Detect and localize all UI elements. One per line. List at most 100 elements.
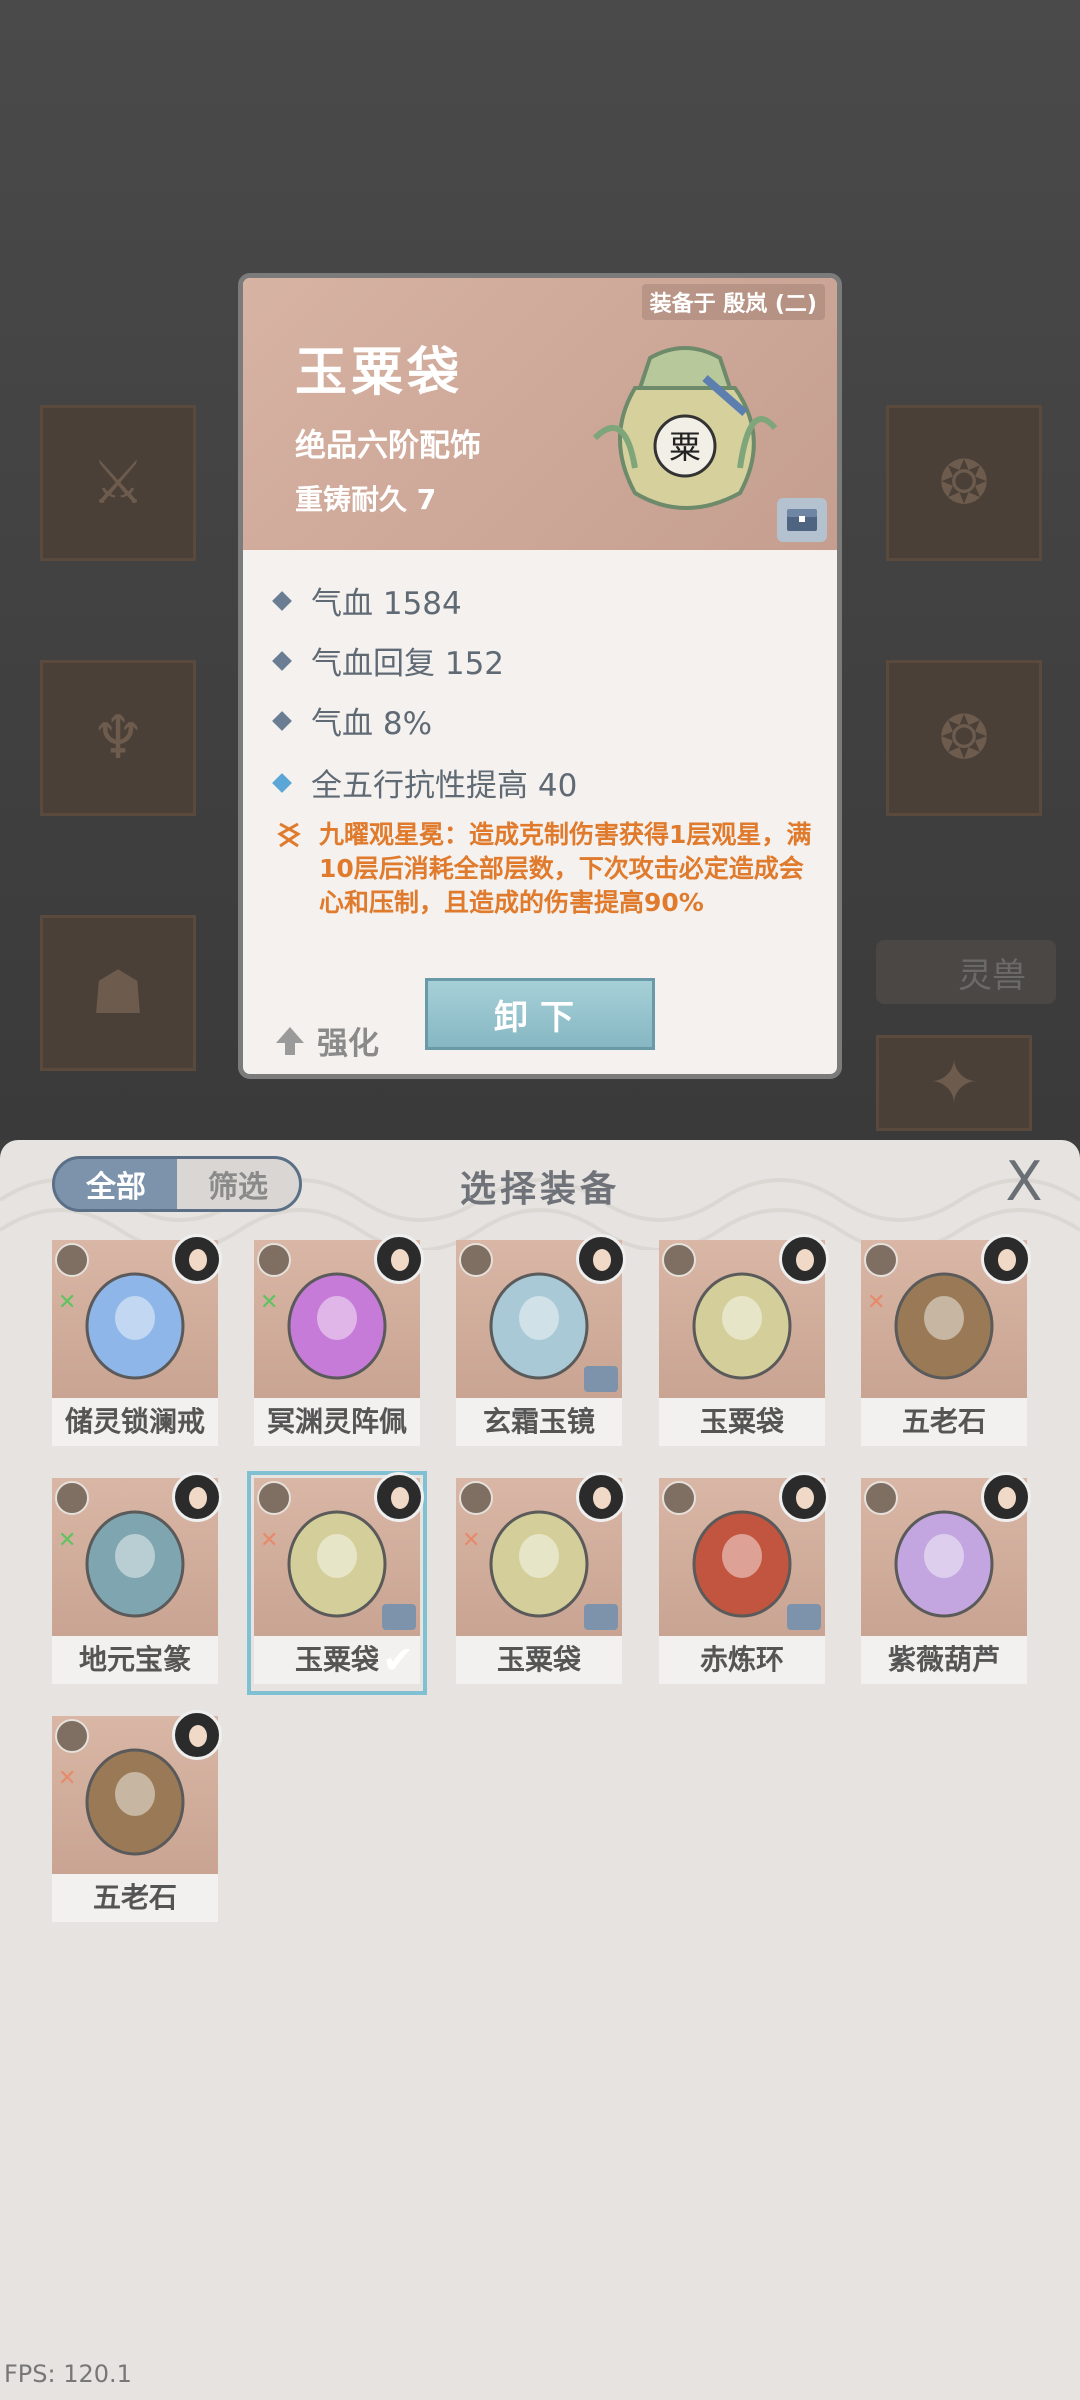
item-name: 玉粟袋 [295, 342, 464, 403]
equipment-detail-card: 装备于 殷岚 (二) 玉粟袋 绝品六阶配饰 重铸耐久 7 粟 气血 1584 气… [238, 273, 842, 1079]
equipment-item[interactable]: 玉粟袋 [659, 1234, 829, 1450]
fps-counter: FPS: 120.1 [4, 2360, 132, 2388]
owner-avatar [779, 1234, 829, 1284]
level-badge-icon [257, 1243, 291, 1277]
owner-avatar [576, 1234, 626, 1284]
item-tile: ✕ [254, 1234, 424, 1398]
level-badge-icon [864, 1243, 898, 1277]
storage-chest-icon [382, 1604, 416, 1630]
stat-text: 气血 8% [311, 706, 433, 742]
item-grade: 绝品六阶配饰 [295, 428, 481, 464]
special-effect-text: 九曜观星冕：造成克制伤害获得1层观星，满10层后消耗全部层数，下次攻击必定造成会… [319, 820, 812, 917]
item-tile: ✕ [52, 1710, 222, 1874]
set-mark-icon: ✕ [867, 1290, 886, 1315]
item-tile: ✕ [52, 1234, 222, 1398]
level-badge-icon [55, 1719, 89, 1753]
owner-avatar [172, 1472, 222, 1522]
equipment-item[interactable]: ✕ 五老石 [52, 1710, 222, 1926]
equipment-item[interactable]: ✕ 储灵锁澜戒 [52, 1234, 222, 1450]
owner-avatar [172, 1234, 222, 1284]
level-badge-icon [55, 1481, 89, 1515]
pouch-icon: 粟 [592, 346, 778, 510]
stat-line: 气血回复 152 [271, 638, 504, 683]
set-mark-icon: ✕ [260, 1290, 279, 1315]
owner-avatar [576, 1472, 626, 1522]
checkmark-icon: ✔ [382, 1638, 414, 1682]
set-mark-icon: ✕ [462, 1528, 481, 1553]
bg-equip-slot: ❂ [886, 660, 1042, 816]
bg-equip-slot: ♆ [40, 660, 196, 816]
storage-chest-icon [787, 1604, 821, 1630]
item-name-label: 储灵锁澜戒 [52, 1398, 218, 1446]
equipment-item[interactable]: ✕ 玉粟袋 [456, 1472, 626, 1688]
level-badge-icon [55, 1243, 89, 1277]
detail-header: 装备于 殷岚 (二) 玉粟袋 绝品六阶配饰 重铸耐久 7 粟 [243, 278, 837, 550]
item-tile: ✕ [254, 1472, 424, 1636]
arrow-up-icon [276, 1026, 304, 1055]
item-tile [659, 1472, 829, 1636]
item-durability: 重铸耐久 7 [295, 483, 437, 516]
item-name-label: 五老石 [52, 1874, 218, 1922]
equipment-item[interactable]: ✕ 五老石 [861, 1234, 1031, 1450]
item-name-label: 五老石 [861, 1398, 1027, 1446]
stat-line: 气血 1584 [271, 578, 462, 623]
equipment-item[interactable]: ✕ 冥渊灵阵佩 [254, 1234, 424, 1450]
equipment-item[interactable]: 紫薇葫芦 [861, 1472, 1031, 1688]
select-equipment-panel: 全部 筛选 选择装备 X ✕ 储灵锁澜戒 ✕ 冥渊灵阵佩 玄霜玉镜 玉粟袋 ✕ 五老石 ✕ 地元宝… [0, 1140, 1080, 2400]
storage-chest-icon [584, 1604, 618, 1630]
item-tile [861, 1472, 1031, 1636]
level-badge-icon [662, 1481, 696, 1515]
storage-chest-icon [584, 1366, 618, 1392]
level-badge-icon [864, 1481, 898, 1515]
level-badge-icon [257, 1481, 291, 1515]
equipment-item[interactable]: ✕ 玉粟袋 ✔ [247, 1471, 427, 1695]
level-badge-icon [662, 1243, 696, 1277]
bg-equip-slot: ❂ [886, 405, 1042, 561]
stat-line: 气血 8% [271, 698, 432, 743]
item-name-label: 冥渊灵阵佩 [254, 1398, 420, 1446]
item-tile [456, 1234, 626, 1398]
level-badge-icon [459, 1243, 493, 1277]
set-mark-icon: ✕ [58, 1766, 77, 1791]
equipment-item[interactable]: 赤炼环 [659, 1472, 829, 1688]
item-tile [659, 1234, 829, 1398]
stat-text: 气血回复 152 [311, 646, 505, 682]
item-name-label: 紫薇葫芦 [861, 1636, 1027, 1684]
close-button[interactable]: X [998, 1155, 1050, 1209]
stat-text: 气血 1584 [311, 586, 462, 622]
owner-avatar [374, 1234, 424, 1284]
storage-chest-icon[interactable] [777, 498, 827, 542]
item-tile: ✕ [861, 1234, 1031, 1398]
set-mark-icon: ✕ [58, 1528, 77, 1553]
unequip-button[interactable]: 卸下 [425, 978, 655, 1050]
item-name-label: 玄霜玉镜 [456, 1398, 622, 1446]
bg-equip-slot: ⚔ [40, 405, 196, 561]
equipment-item[interactable]: 玄霜玉镜 [456, 1234, 626, 1450]
stat-text: 全五行抗性提高 40 [311, 768, 578, 804]
set-mark-icon: ✕ [260, 1528, 279, 1553]
bg-equip-slot: ☗ [40, 915, 196, 1071]
bg-equip-slot: ✦ [876, 1035, 1032, 1131]
svg-text:粟: 粟 [669, 428, 701, 466]
equipment-item[interactable]: ✕ 地元宝篆 [52, 1472, 222, 1688]
owner-avatar [172, 1710, 222, 1760]
owner-avatar [981, 1234, 1031, 1284]
item-tile: ✕ [52, 1472, 222, 1636]
panel-title: 选择装备 [459, 1168, 620, 1210]
bg-lingshou-tab: 灵兽 [876, 940, 1056, 1004]
item-name-label: 地元宝篆 [52, 1636, 218, 1684]
level-badge-icon [459, 1481, 493, 1515]
stat-line: 全五行抗性提高 40 [271, 760, 577, 805]
item-name-label: 赤炼环 [659, 1636, 825, 1684]
strengthen-button[interactable]: 强化 [273, 1018, 379, 1063]
owner-avatar [981, 1472, 1031, 1522]
item-name-label: 玉粟袋 [456, 1636, 622, 1684]
strengthen-label: 强化 [317, 1026, 379, 1062]
owner-avatar [779, 1472, 829, 1522]
owner-avatar [374, 1472, 424, 1522]
set-mark-icon: ✕ [58, 1290, 77, 1315]
item-name-label: 玉粟袋 [659, 1398, 825, 1446]
item-tile: ✕ [456, 1472, 626, 1636]
special-effect: 九曜观星冕：造成克制伤害获得1层观星，满10层后消耗全部层数，下次攻击必定造成会… [273, 818, 813, 920]
equipped-by-label: 装备于 殷岚 (二) [641, 284, 825, 320]
